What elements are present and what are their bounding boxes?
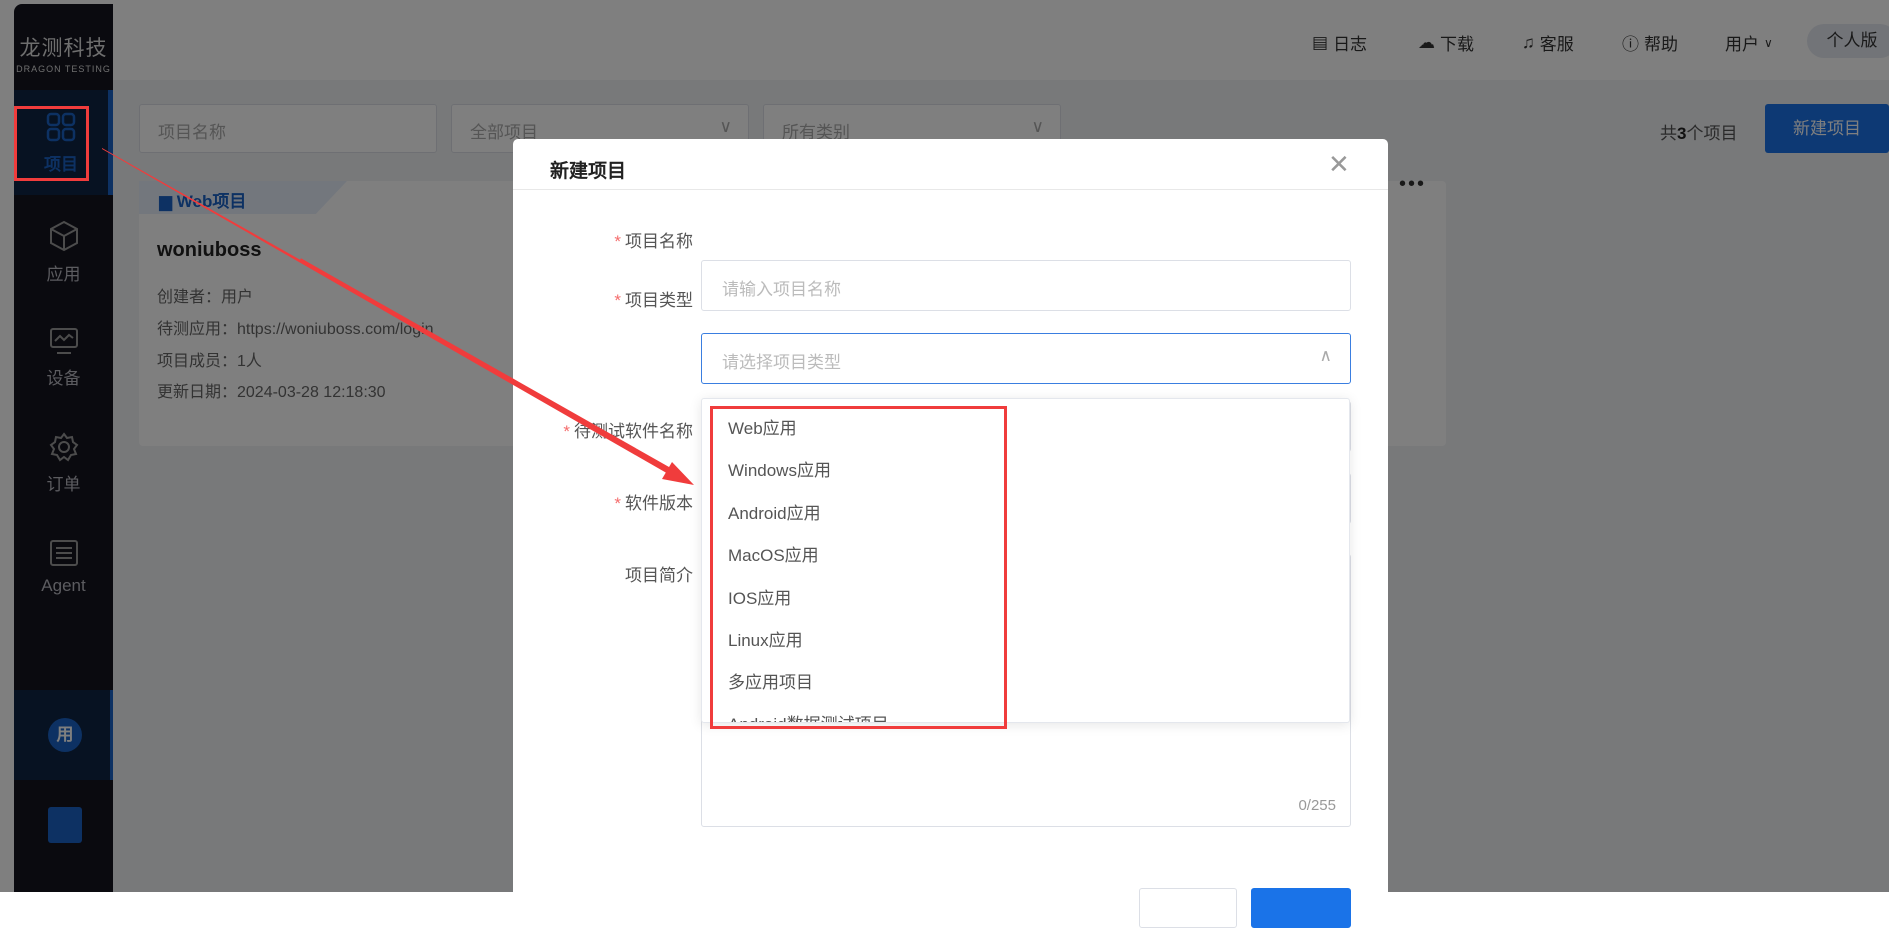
cancel-button[interactable] [1139,888,1237,928]
annotation-arrow [102,148,694,485]
confirm-button[interactable] [1251,888,1351,928]
